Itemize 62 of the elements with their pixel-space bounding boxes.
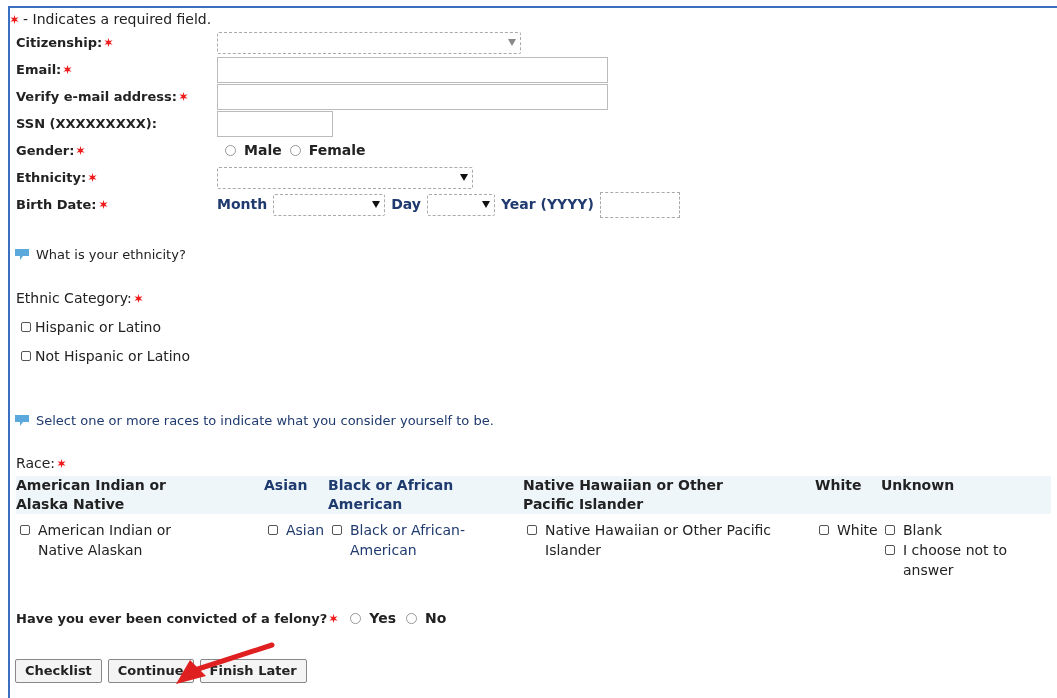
checkbox[interactable]	[268, 525, 278, 535]
column-header: Asian	[264, 476, 309, 495]
field-label: Race:	[16, 454, 56, 473]
checkbox[interactable]	[21, 322, 31, 332]
field-label: Citizenship:	[16, 33, 103, 52]
field-label: Verify e-mail address:	[16, 87, 177, 106]
field-label: Year (YYYY)	[500, 195, 594, 214]
checkbox[interactable]	[332, 525, 342, 535]
option-label: Not Hispanic or Latino	[35, 346, 191, 366]
field-label: Ethnicity:	[16, 168, 87, 187]
option-label: Asian	[286, 521, 325, 540]
option-label: Hispanic or Latino	[35, 317, 162, 337]
option-label: American Indian or Native Alaskan	[38, 521, 173, 560]
select-field[interactable]	[426, 193, 495, 216]
option-label: Female	[308, 141, 366, 160]
form-button[interactable]: Finish Later	[199, 659, 307, 683]
input-field[interactable]	[217, 56, 608, 83]
checkbox[interactable]	[21, 351, 31, 361]
field-label: Month	[217, 195, 268, 214]
column-header: Native Hawaiian or Other Pacific Islander	[523, 476, 724, 514]
checkbox[interactable]	[527, 525, 537, 535]
field-label: Birth Date:	[16, 195, 97, 214]
field-label: Have you ever been convicted of a felony?	[16, 609, 328, 628]
option-label: No	[425, 609, 447, 628]
field-label: Day	[391, 195, 421, 214]
speech-bubble-icon	[14, 248, 30, 262]
dropdown-arrow-icon	[372, 201, 381, 208]
option-label: Native Hawaiian or Other Pacific Islander	[545, 521, 773, 560]
field-label: Gender:	[16, 141, 75, 160]
column-header: American Indian or Alaska Native	[16, 476, 167, 514]
column-header: Unknown	[881, 476, 956, 495]
select-field[interactable]	[217, 166, 473, 189]
option-label: Black or African-American	[350, 521, 466, 560]
option-label: White	[837, 521, 878, 540]
form-button[interactable]: Checklist	[15, 659, 102, 683]
input-field[interactable]	[599, 191, 680, 218]
option-label: I choose not to answer	[903, 541, 1009, 580]
checkbox[interactable]	[885, 545, 895, 555]
column-header: Black or African American	[328, 476, 455, 514]
field-label: Ethnic Category:	[16, 288, 132, 308]
column-header: White	[815, 476, 863, 495]
form-button[interactable]: Continue	[107, 659, 194, 683]
field-label: SSN (XXXXXXXXX):	[16, 114, 157, 133]
dropdown-arrow-icon	[508, 39, 516, 46]
required-note: - Indicates a required field.	[23, 9, 212, 29]
option-label: Male	[244, 141, 282, 160]
option-label: Yes	[369, 609, 397, 628]
select-field[interactable]	[217, 31, 521, 54]
checkbox[interactable]	[20, 525, 30, 535]
speech-bubble-icon	[14, 413, 30, 427]
hint-text: What is your ethnicity?	[36, 246, 186, 264]
checkbox[interactable]	[819, 525, 829, 535]
hint-text: Select one or more races to indicate what you consider yourself to be.	[36, 411, 494, 430]
field-label: Email:	[16, 60, 62, 79]
required-icon	[10, 14, 19, 24]
input-field[interactable]	[217, 83, 608, 110]
input-field[interactable]	[217, 110, 333, 137]
checkbox[interactable]	[885, 525, 895, 535]
dropdown-arrow-icon	[460, 174, 468, 181]
dropdown-arrow-icon	[481, 201, 490, 208]
option-label: Blank	[903, 521, 943, 540]
select-field[interactable]	[273, 193, 386, 216]
